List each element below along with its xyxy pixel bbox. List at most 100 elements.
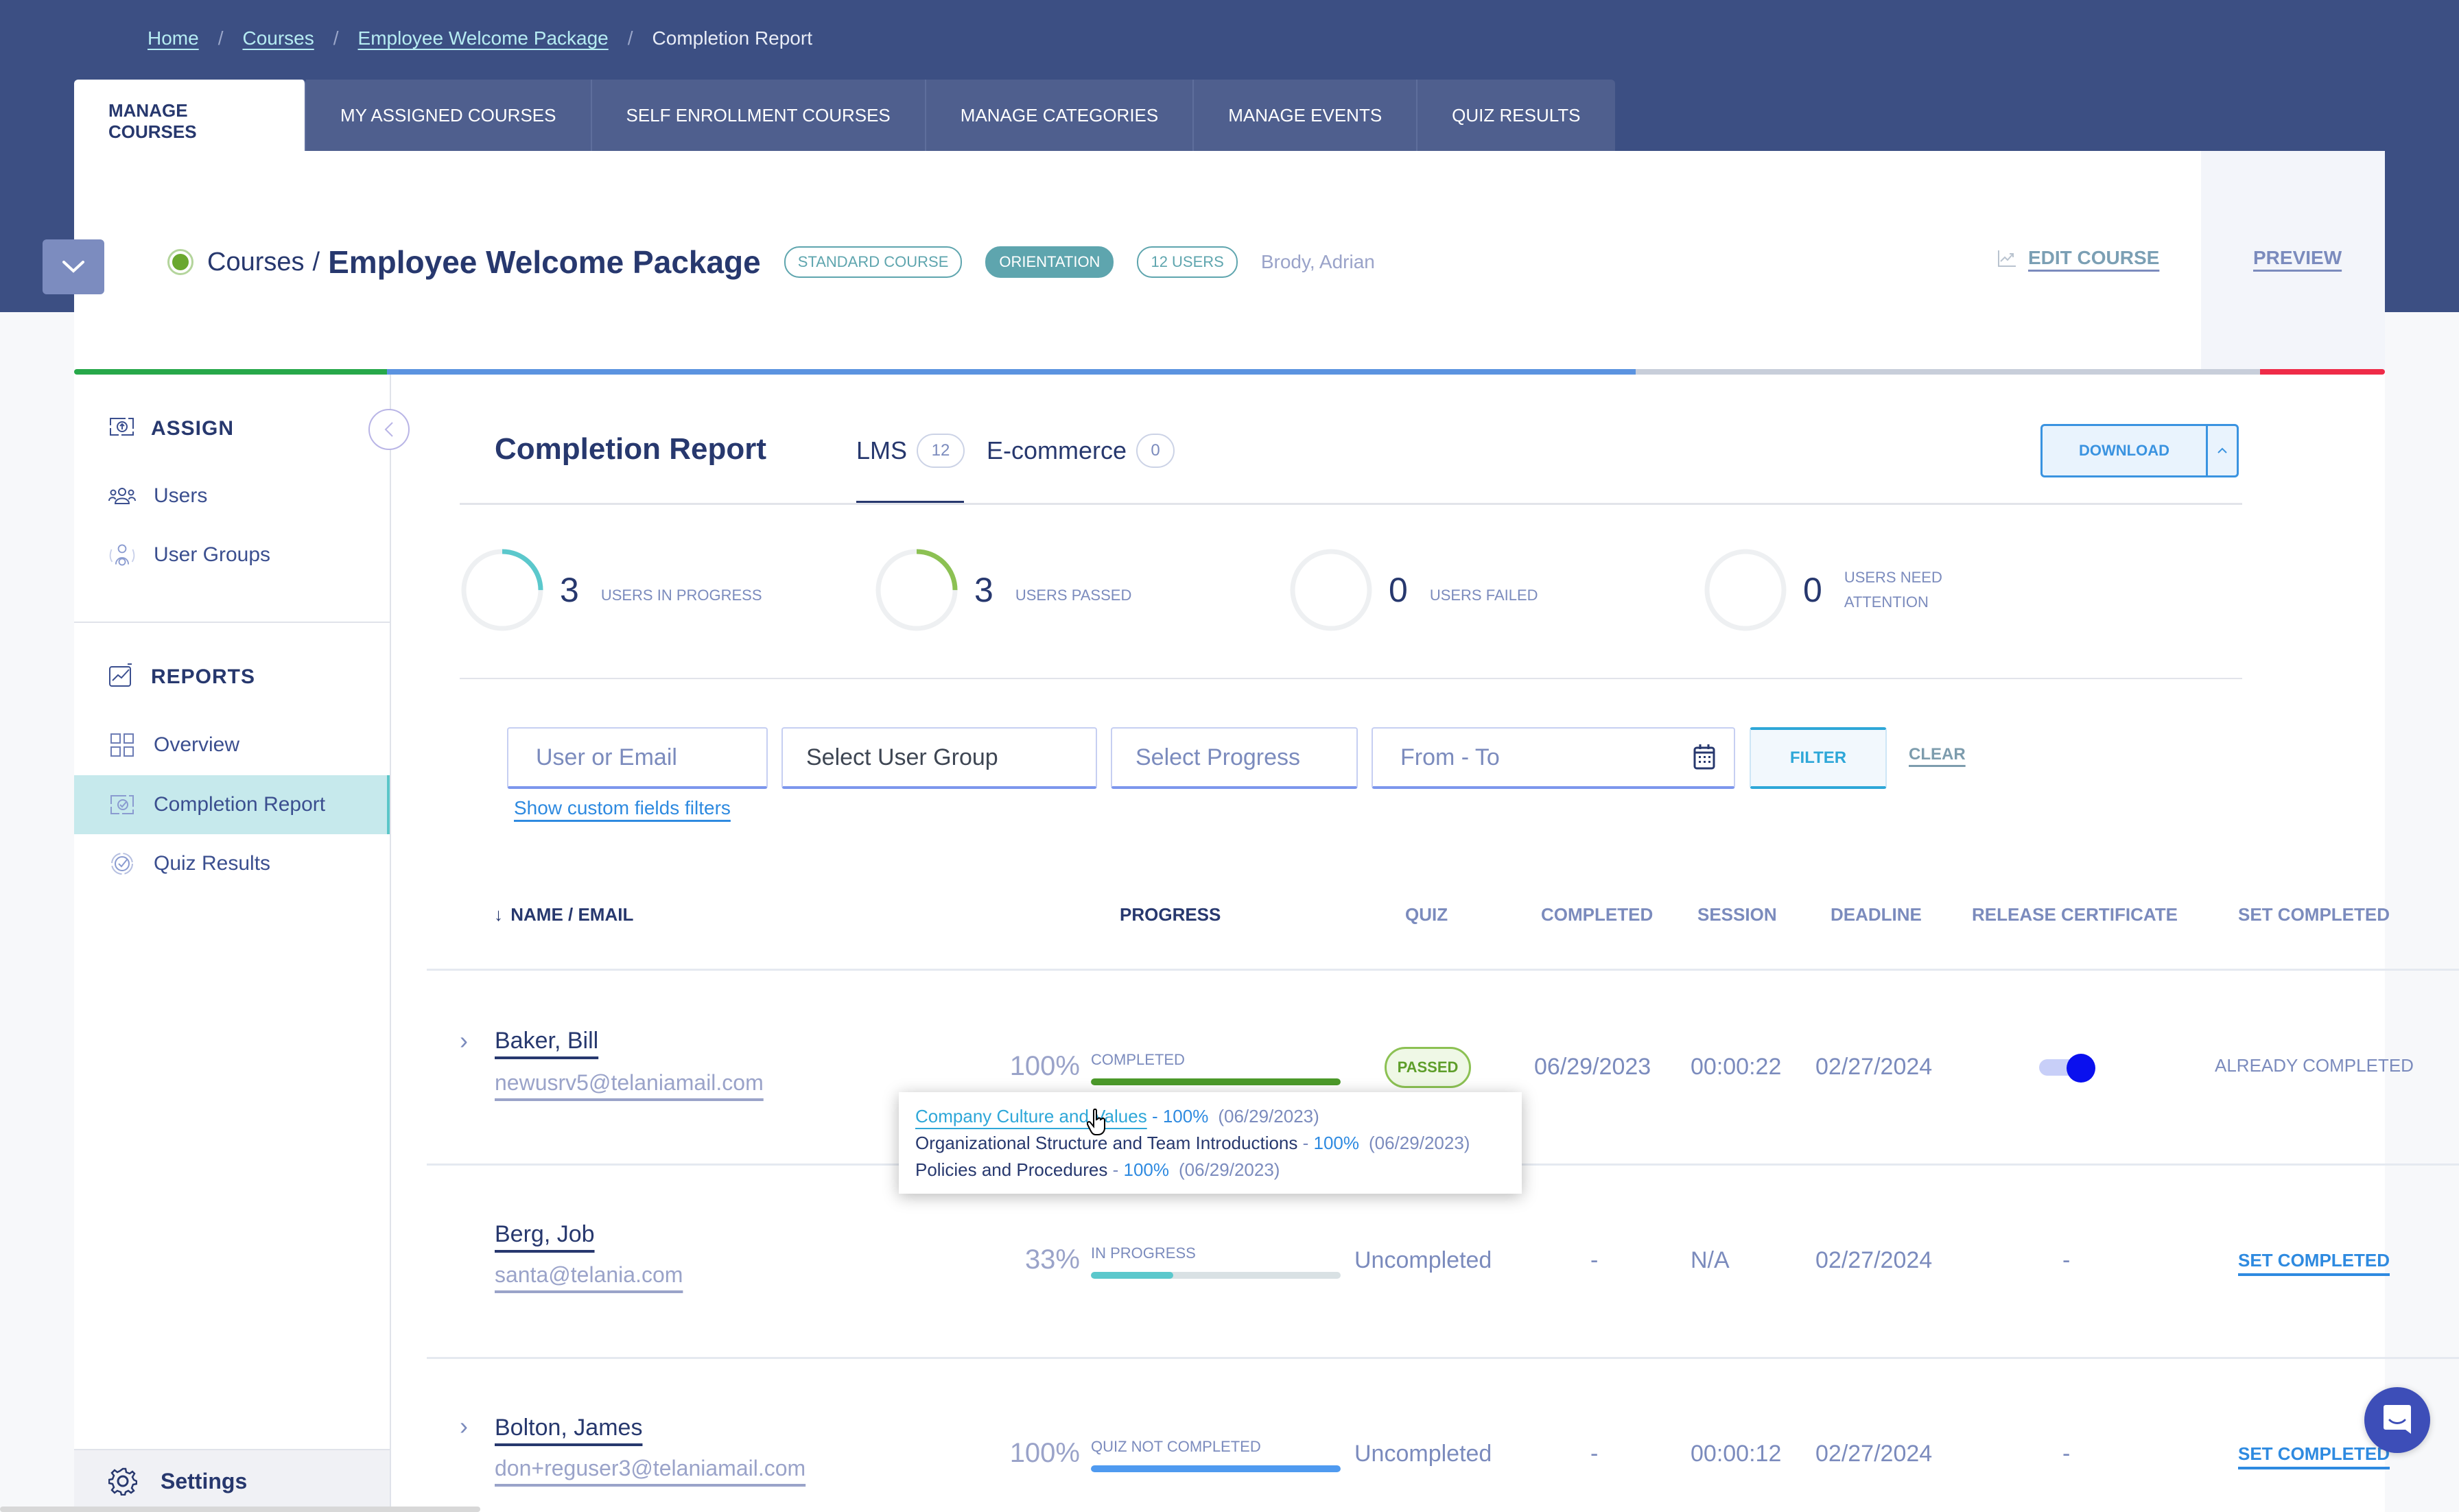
course-users-pill: 12 USERS <box>1137 246 1238 278</box>
filter-button[interactable]: FILTER <box>1750 727 1887 789</box>
tab-lms[interactable]: LMS 12 <box>856 434 965 468</box>
stat-value: 0 <box>1803 571 1822 609</box>
breadcrumb-home[interactable]: Home <box>148 27 199 49</box>
tab-ecommerce-label: E-commerce <box>987 436 1127 464</box>
edit-chart-icon <box>1998 250 2016 267</box>
sidebar-item-label: Quiz Results <box>154 852 271 875</box>
download-options-button[interactable] <box>2206 424 2239 477</box>
progress-select[interactable]: Select Progress <box>1111 727 1358 789</box>
user-name-link[interactable]: Baker, Bill <box>495 1028 598 1054</box>
tooltip-course-percent: 100% <box>1123 1159 1170 1180</box>
edit-course-label: EDIT COURSE <box>2028 247 2160 268</box>
column-header-quiz[interactable]: QUIZ <box>1405 904 1448 925</box>
tab-ecommerce[interactable]: E-commerce 0 <box>987 434 1175 468</box>
already-completed-label: ALREADY COMPLETED <box>2215 1055 2414 1076</box>
stat-value: 3 <box>560 571 579 609</box>
sidebar-item-users[interactable]: Users <box>74 466 390 525</box>
stat-users-need-attention: 0 USERS NEED ATTENTION <box>1703 547 1942 633</box>
user-name-link[interactable]: Berg, Job <box>495 1221 595 1248</box>
tab-manage-courses[interactable]: MANAGE COURSES <box>74 80 306 151</box>
column-header-session[interactable]: SESSION <box>1697 904 1777 925</box>
column-header-progress[interactable]: PROGRESS <box>1120 904 1221 925</box>
sidebar-settings[interactable]: Settings <box>74 1449 390 1512</box>
sidebar-section-title: ASSIGN <box>151 417 235 440</box>
user-email-input[interactable]: User or Email <box>507 727 768 789</box>
toggle-knob <box>2067 1054 2095 1083</box>
sidebar-item-quiz-results[interactable]: Quiz Results <box>74 834 390 893</box>
course-progress-tooltip: Company Culture and Values - 100% (06/29… <box>899 1092 1522 1194</box>
tooltip-course-percent: 100% <box>1313 1133 1360 1153</box>
sidebar-section-title: REPORTS <box>151 665 256 688</box>
sidebar-item-label: Overview <box>154 733 240 756</box>
user-group-select[interactable]: Select User Group <box>781 727 1097 789</box>
tooltip-item: Organizational Structure and Team Introd… <box>915 1130 1505 1157</box>
tab-manage-events[interactable]: MANAGE EVENTS <box>1194 80 1418 151</box>
edit-course-link[interactable]: EDIT COURSE <box>1997 247 2159 269</box>
quiz-status: Uncompleted <box>1354 1247 1492 1273</box>
download-button[interactable]: DOWNLOAD <box>2040 424 2208 477</box>
status-bar-segment-blue <box>387 369 1636 375</box>
status-bar-segment-green <box>74 369 387 375</box>
course-crumb-parent[interactable]: Courses <box>207 248 305 277</box>
sidebar-item-overview[interactable]: Overview <box>74 716 390 775</box>
user-email-link[interactable]: don+reguser3@telaniamail.com <box>495 1456 805 1481</box>
tab-quiz-results[interactable]: QUIZ RESULTS <box>1417 80 1615 151</box>
stats-divider <box>460 678 2242 679</box>
chat-launcher-button[interactable] <box>2364 1387 2430 1453</box>
session-time: N/A <box>1691 1247 1730 1273</box>
sidebar-collapse-button[interactable] <box>368 409 410 450</box>
course-category-pill: ORIENTATION <box>985 246 1114 278</box>
stat-ring-track <box>1704 549 1787 631</box>
stat-label: USERS FAILED <box>1429 587 1538 604</box>
stat-label-line2: ATTENTION <box>1844 593 1929 611</box>
set-completed-button[interactable]: SET COMPLETED <box>2238 1443 2390 1465</box>
tab-my-assigned-courses[interactable]: MY ASSIGNED COURSES <box>306 80 592 151</box>
stat-value: 3 <box>974 571 993 609</box>
session-time: 00:00:22 <box>1691 1054 1782 1080</box>
expand-row-chevron-icon[interactable]: › <box>460 1026 468 1055</box>
tab-ecommerce-count: 0 <box>1136 434 1175 468</box>
show-custom-fields-link[interactable]: Show custom fields filters <box>514 797 731 819</box>
chevron-down-icon <box>62 261 84 273</box>
release-certificate-toggle[interactable] <box>2039 1054 2095 1083</box>
user-name-link[interactable]: Bolton, James <box>495 1415 642 1441</box>
tab-lms-count: 12 <box>917 434 965 468</box>
sidebar-item-completion-report[interactable]: Completion Report <box>74 775 390 834</box>
horizontal-scrollbar[interactable] <box>0 1507 480 1512</box>
breadcrumb-separator: / <box>333 27 339 49</box>
progress-bar-fill <box>1091 1078 1341 1085</box>
sidebar-item-label: Users <box>154 484 208 507</box>
column-header-release-certificate[interactable]: RELEASE CERTIFICATE <box>1972 904 2178 925</box>
progress-bar <box>1091 1465 1341 1472</box>
tooltip-course-date: (06/29/2023) <box>1218 1106 1319 1126</box>
set-completed-button[interactable]: SET COMPLETED <box>2238 1250 2390 1271</box>
date-range-input[interactable]: From - To <box>1372 727 1735 789</box>
breadcrumb-separator: / <box>627 27 633 49</box>
calendar-icon[interactable] <box>1693 744 1716 771</box>
report-title: Completion Report <box>495 432 766 466</box>
breadcrumb-courses[interactable]: Courses <box>242 27 314 49</box>
gear-icon <box>108 1467 137 1496</box>
expand-row-chevron-icon[interactable]: › <box>460 1412 468 1441</box>
tab-manage-categories[interactable]: MANAGE CATEGORIES <box>926 80 1195 151</box>
user-email-link[interactable]: santa@telania.com <box>495 1262 683 1288</box>
stat-users-in-progress: 3 USERS IN PROGRESS <box>460 547 762 633</box>
row-divider <box>427 1357 2459 1359</box>
tooltip-course-link[interactable]: Company Culture and Values <box>915 1106 1147 1127</box>
clear-button[interactable]: CLEAR <box>1909 745 1966 764</box>
breadcrumb-separator: / <box>217 27 224 49</box>
stat-label: USERS PASSED <box>1015 587 1132 604</box>
sidebar-item-user-groups[interactable]: User Groups <box>74 525 390 584</box>
user-email-link[interactable]: newusrv5@telaniamail.com <box>495 1070 764 1096</box>
completion-report-icon <box>108 791 136 818</box>
column-header-set-completed[interactable]: SET COMPLETED <box>2238 904 2390 925</box>
preview-link[interactable]: PREVIEW <box>2253 247 2342 269</box>
column-header-completed[interactable]: COMPLETED <box>1541 904 1653 925</box>
chevron-up-icon <box>2217 447 2227 453</box>
collapse-header-button[interactable] <box>43 239 104 294</box>
tab-self-enrollment-courses[interactable]: SELF ENROLLMENT COURSES <box>591 80 926 151</box>
breadcrumb-course[interactable]: Employee Welcome Package <box>358 27 609 49</box>
column-header-deadline[interactable]: DEADLINE <box>1831 904 1922 925</box>
column-header-name[interactable]: ↓ NAME / EMAIL <box>494 904 633 925</box>
stat-users-passed: 3 USERS PASSED <box>874 547 1131 633</box>
